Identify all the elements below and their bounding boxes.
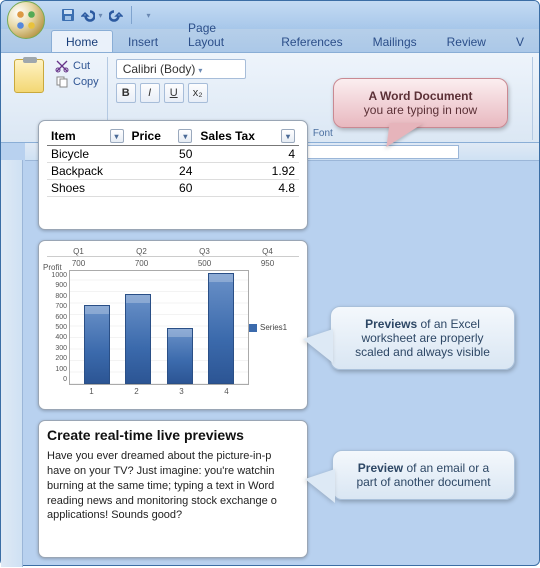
table-row: Backpack241.92 xyxy=(47,163,299,180)
scissors-icon xyxy=(55,59,69,73)
excel-table-preview: Item ▾ Price ▾ Sales Tax ▾ Bicycle504 Backp… xyxy=(38,120,308,230)
callout-bold: A Word Document xyxy=(369,89,473,103)
font-name-combo[interactable]: Calibri (Body) xyxy=(116,59,246,79)
article-body: Have you ever dreamed about the picture-… xyxy=(47,449,299,523)
copy-label: Copy xyxy=(73,76,99,88)
cut-button[interactable]: Cut xyxy=(55,59,99,73)
tab-insert[interactable]: Insert xyxy=(113,30,173,52)
tab-home[interactable]: Home xyxy=(51,30,113,52)
filter-item[interactable]: ▾ xyxy=(110,129,124,143)
underline-button[interactable]: U xyxy=(164,83,184,103)
tab-mailings[interactable]: Mailings xyxy=(358,30,432,52)
chart-bar xyxy=(208,273,234,384)
callout-word-doc: A Word Document you are typing in now xyxy=(333,78,508,128)
save-button[interactable] xyxy=(57,4,79,26)
profit-label: Profit xyxy=(43,263,62,272)
quick-access-toolbar xyxy=(57,4,158,26)
table-row: Bicycle504 xyxy=(47,146,299,163)
x-axis: 1234 xyxy=(47,387,299,396)
tab-v[interactable]: V xyxy=(501,30,539,52)
tab-page-layout[interactable]: Page Layout xyxy=(173,16,266,52)
data-table: Item ▾ Price ▾ Sales Tax ▾ Bicycle504 Backp… xyxy=(47,127,299,197)
document-text-preview: Create real-time live previews Have you … xyxy=(38,420,308,558)
chart-plot xyxy=(69,270,249,385)
redo-button[interactable] xyxy=(105,4,127,26)
chart-bar xyxy=(167,328,193,385)
callout-email-preview: Preview of an email or a part of another… xyxy=(332,450,515,500)
callout-bold: Preview xyxy=(358,461,403,475)
paste-button[interactable] xyxy=(9,59,49,126)
chart-bar xyxy=(84,305,110,384)
tab-references[interactable]: References xyxy=(266,30,357,52)
undo-button[interactable] xyxy=(81,4,103,26)
col-price: Price xyxy=(132,129,161,143)
table-row: Shoes604.8 xyxy=(47,180,299,197)
q-label: Q3 xyxy=(173,247,236,256)
qat-customize[interactable] xyxy=(136,4,158,26)
copy-icon xyxy=(55,75,69,89)
excel-chart-preview: Q1 Q2 Q3 Q4 Profit 700 700 500 950 10009… xyxy=(38,240,308,410)
q-label: Q2 xyxy=(110,247,173,256)
copy-button[interactable]: Copy xyxy=(55,75,99,89)
tab-review[interactable]: Review xyxy=(432,30,501,52)
chart-legend: Series1 xyxy=(249,323,299,332)
ribbon-tabs: Home Insert Page Layout References Maili… xyxy=(1,29,539,53)
title-bar xyxy=(1,1,539,29)
cut-label: Cut xyxy=(73,60,90,72)
q-label: Q4 xyxy=(236,247,299,256)
article-title: Create real-time live previews xyxy=(47,427,299,443)
italic-button[interactable]: I xyxy=(140,83,160,103)
bold-button[interactable]: B xyxy=(116,83,136,103)
paste-icon xyxy=(14,59,44,93)
col-tax: Sales Tax xyxy=(200,129,254,143)
callout-text: you are typing in now xyxy=(364,103,477,117)
chart-bar xyxy=(125,294,151,384)
y-axis: 10009008007006005004003002001000 xyxy=(47,270,69,385)
vertical-ruler[interactable] xyxy=(1,160,23,567)
filter-tax[interactable]: ▾ xyxy=(281,129,295,143)
q-label: Q1 xyxy=(47,247,110,256)
filter-price[interactable]: ▾ xyxy=(178,129,192,143)
office-button[interactable] xyxy=(7,1,45,39)
callout-excel-preview: Previews of an Excel worksheet are prope… xyxy=(330,306,515,370)
subscript-button[interactable]: x₂ xyxy=(188,83,208,103)
col-item: Item xyxy=(51,129,76,143)
callout-bold: Previews xyxy=(365,317,417,331)
